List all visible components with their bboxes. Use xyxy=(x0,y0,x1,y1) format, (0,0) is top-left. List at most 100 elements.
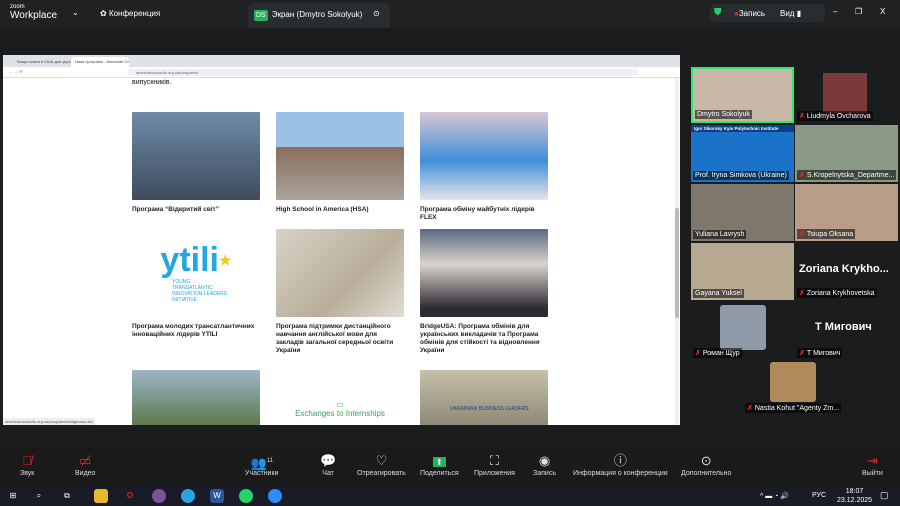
mic-muted-icon: ✗ xyxy=(799,231,805,238)
minimize-button[interactable]: – xyxy=(833,7,837,16)
video-tile[interactable]: Т Мигович ✗ Т Мигович xyxy=(795,303,898,360)
chat-button[interactable]: 💬 Чат xyxy=(320,452,336,477)
video-button[interactable]: ▭̸ Видео xyxy=(75,452,95,477)
whatsapp-icon[interactable] xyxy=(239,489,253,503)
more-button[interactable]: ⊙ Дополнительно xyxy=(681,452,731,477)
card-image xyxy=(276,229,404,317)
leave-button[interactable]: ⇥ Выйти xyxy=(862,452,883,477)
program-card[interactable]: ytili★ YOUNG TRANSATLANTIC INNOVATION LEA… xyxy=(132,229,260,339)
program-card[interactable]: BridgeUSA: Програма обмінів для українсь… xyxy=(420,229,548,355)
card-image: ▭ Exchanges to Internships xyxy=(295,400,385,418)
video-tile[interactable]: ✗ S.Kropelnytska_Departme... xyxy=(795,125,898,182)
clock[interactable]: 18:07 23.12.2025 xyxy=(837,487,872,505)
mic-muted-icon: ✗ xyxy=(799,113,805,120)
heart-icon: ♡ xyxy=(375,453,388,468)
zoom-icon[interactable] xyxy=(268,489,282,503)
program-card[interactable]: ▭ Exchanges to Internships xyxy=(276,370,404,425)
leave-icon: ⇥ xyxy=(866,453,878,468)
chat-icon: 💬 xyxy=(320,453,337,468)
shared-screen: Вища освіта в США для укра...Наші програ… xyxy=(3,55,680,425)
program-card[interactable]: Програма підтримки дистанційного навчанн… xyxy=(276,229,404,355)
mic-muted-icon: ✗ xyxy=(695,350,701,357)
file-explorer-icon[interactable] xyxy=(94,489,108,503)
record-button[interactable]: ◉ Запись xyxy=(533,452,556,477)
video-tile[interactable]: ✗ Liudmyla Ovcharova xyxy=(795,67,898,123)
language-indicator[interactable]: РУС xyxy=(812,492,826,499)
video-tile[interactable]: Igor Sikorsky Kyiv Polytechnic Institute… xyxy=(691,125,794,182)
intro-text: випускників. xyxy=(132,79,172,86)
more-icon[interactable]: ⊙ xyxy=(373,9,380,18)
browser-tab-bar: Вища освіта в США для укра...Наші програ… xyxy=(3,55,680,67)
record-icon: ◉ xyxy=(538,453,551,468)
video-tile[interactable]: ✗ Tsiupa Oksana xyxy=(795,184,898,241)
scrollbar[interactable] xyxy=(675,78,679,425)
record-indicator[interactable]: ●Запись xyxy=(734,9,765,18)
card-image xyxy=(420,229,548,317)
video-tile[interactable]: ✗ Роман Щур xyxy=(691,303,794,360)
participant-photo xyxy=(823,73,867,113)
ds-avatar: DS xyxy=(254,10,268,21)
zoom-logo: zoom Workplace xyxy=(10,4,58,21)
card-image: UKRAINIAN BUSINESS LEADERS xyxy=(420,370,548,425)
viber-icon[interactable] xyxy=(152,489,166,503)
share-icon: ⬆ xyxy=(420,452,459,470)
video-tile[interactable]: ✗ Nastia Kohut "Agenty Zm... xyxy=(743,362,846,415)
meeting-tab[interactable]: ✿ Конференция xyxy=(100,9,160,18)
react-button[interactable]: ♡ Отреагировать xyxy=(357,452,406,477)
mic-muted-icon: 🎙̸ xyxy=(22,453,33,468)
telegram-icon[interactable] xyxy=(181,489,195,503)
card-image xyxy=(132,370,260,425)
share-screen-tab[interactable]: DS Экран (Dmytro Sokolyuk) ⊙ xyxy=(248,3,390,28)
meeting-toolbar: 🎙̸ Звук ▭̸ Видео 👥11 Участники 💬 Чат ♡ Отреаг… xyxy=(0,446,900,486)
program-card[interactable]: Програма “Відкритий світ” xyxy=(132,112,260,214)
opera-icon[interactable]: O xyxy=(123,489,137,503)
status-url: americancouncils.org.ua/programs/bridgeu… xyxy=(3,418,96,425)
card-image xyxy=(420,112,548,200)
browser-tab[interactable]: Вища освіта в США для укра... xyxy=(13,57,71,67)
audio-button[interactable]: 🎙̸ Звук xyxy=(20,452,34,477)
shield-icon: ⛊ xyxy=(714,7,722,18)
program-card[interactable] xyxy=(132,370,260,425)
apps-button[interactable]: ⛶ Приложения xyxy=(474,452,515,477)
view-button[interactable]: Вид ▮ xyxy=(780,9,801,18)
info-icon: ⓘ xyxy=(613,453,627,468)
program-card[interactable]: UKRAINIAN BUSINESS LEADERS xyxy=(420,370,548,425)
card-image xyxy=(276,112,404,200)
task-view-icon[interactable]: ⧉ xyxy=(60,489,74,503)
video-tile[interactable]: Zoriana Krykho... ✗ Zoriana Krykhovetska xyxy=(795,243,898,300)
tray-icons[interactable]: ^ ▬ ◔ 🔊 xyxy=(760,492,789,500)
program-card[interactable]: Програма обміну майбутніх лідерів FLEX xyxy=(420,112,548,222)
word-icon[interactable]: W xyxy=(210,489,224,503)
search-icon[interactable]: ⌕ xyxy=(32,489,46,503)
mic-muted-icon: ✗ xyxy=(799,172,805,179)
windows-start-icon[interactable]: ⊞ xyxy=(6,489,20,503)
url-input[interactable]: americancouncils.org.ua/programs/ xyxy=(128,69,638,76)
mic-muted-icon: ✗ xyxy=(747,405,753,412)
participants-button[interactable]: 👥11 Участники xyxy=(245,452,278,477)
ytili-logo: ytili★ YOUNG TRANSATLANTIC INNOVATION LEA… xyxy=(160,241,232,303)
paw-icon: ✿ xyxy=(100,9,109,18)
video-tile[interactable]: Gayana Yuksel xyxy=(691,243,794,300)
participant-photo xyxy=(770,362,816,402)
video-tile[interactable]: Yuliana Lavrysh xyxy=(691,184,794,241)
video-tile[interactable]: Dmytro Sokolyuk xyxy=(691,67,794,123)
camera-off-icon: ▭̸ xyxy=(79,453,92,468)
zoom-title-bar: zoom Workplace ⌄ ✿ Конференция DS Экран (D… xyxy=(0,0,900,28)
mic-muted-icon: ✗ xyxy=(799,350,805,357)
more-icon: ⊙ xyxy=(700,453,712,468)
close-button[interactable]: X xyxy=(880,7,885,16)
mic-muted-icon: ✗ xyxy=(799,290,805,297)
apps-icon: ⛶ xyxy=(489,453,500,468)
restore-button[interactable]: ❐ xyxy=(855,7,862,16)
browser-tab-active[interactable]: Наші програми - American Co... xyxy=(71,57,129,67)
card-image xyxy=(132,112,260,200)
participant-photo xyxy=(720,305,766,350)
status-pill: ⛊ ●Запись Вид ▮ xyxy=(710,4,825,22)
windows-taskbar: ⊞ ⌕ ⧉ O W ^ ▬ ◔ 🔊 РУС 18:07 23.12.2025 ▢ xyxy=(0,486,900,506)
notifications-icon[interactable]: ▢ xyxy=(880,490,889,501)
share-button[interactable]: ⬆ Поделиться xyxy=(420,452,459,477)
chevron-down-icon[interactable]: ⌄ xyxy=(72,8,79,17)
meeting-info-button[interactable]: ⓘ Информация о конференции xyxy=(573,452,668,477)
address-bar: ← → ⟳ americancouncils.org.ua/programs/ xyxy=(3,67,680,78)
program-card[interactable]: High School in America (HSA) xyxy=(276,112,404,214)
